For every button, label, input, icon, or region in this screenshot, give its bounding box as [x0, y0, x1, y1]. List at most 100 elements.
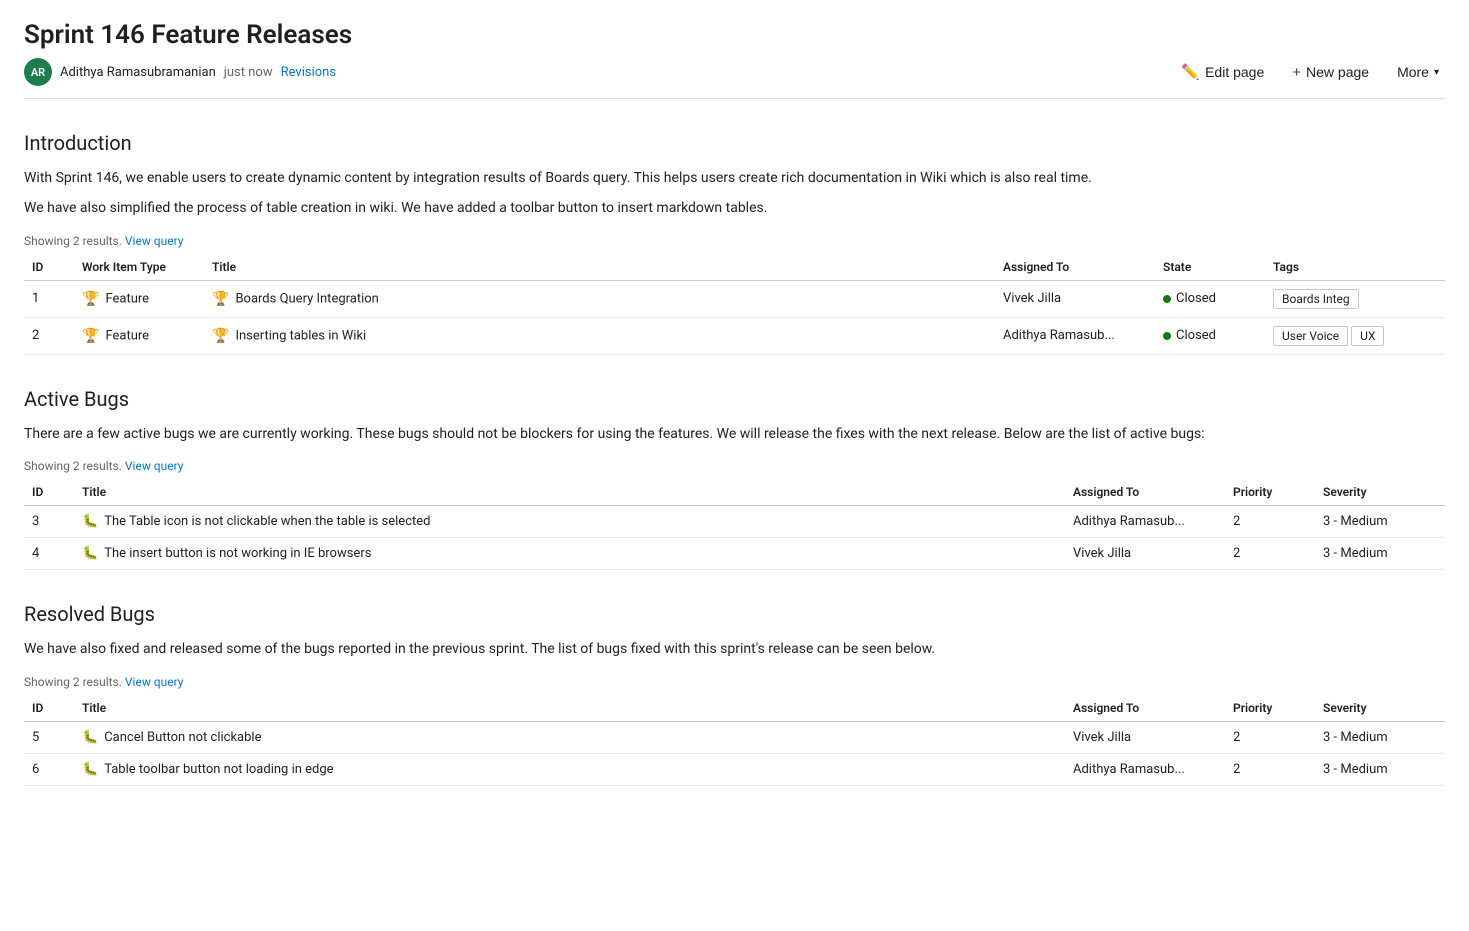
cell-severity: 3 - Medium [1315, 721, 1445, 753]
toolbar-right: ✏️ Edit page + New page More ▾ [1175, 59, 1445, 85]
cell-id: 5 [24, 721, 74, 753]
new-page-button[interactable]: + New page [1286, 60, 1375, 85]
revisions-link[interactable]: Revisions [281, 65, 336, 80]
col-header-assigned: Assigned To [1065, 479, 1225, 506]
active-bugs-table: ID Title Assigned To Priority Severity 3… [24, 479, 1445, 570]
intro-view-query-link[interactable]: View query [125, 234, 184, 248]
table-row: 1 🏆Feature 🏆Boards Query Integration Viv… [24, 280, 1445, 317]
meta-bar: AR Adithya Ramasubramanian just now Revi… [24, 58, 1445, 99]
introduction-section: Introduction With Sprint 146, we enable … [24, 131, 1445, 355]
intro-table-header: ID Work Item Type Title Assigned To Stat… [24, 254, 1445, 281]
col-header-title: Title [204, 254, 995, 281]
cell-priority: 2 [1225, 506, 1315, 538]
cell-assigned: Adithya Ramasub... [995, 317, 1155, 354]
cell-assigned: Vivek Jilla [995, 280, 1155, 317]
resolved-bugs-header: ID Title Assigned To Priority Severity [24, 695, 1445, 722]
cell-priority: 2 [1225, 538, 1315, 570]
col-header-priority: Priority [1225, 479, 1315, 506]
cell-id: 4 [24, 538, 74, 570]
col-header-priority: Priority [1225, 695, 1315, 722]
cell-tags: Boards Integ [1265, 280, 1445, 317]
avatar: AR [24, 58, 52, 86]
feature-icon: 🏆 [212, 291, 229, 307]
cell-id: 2 [24, 317, 74, 354]
feature-icon: 🏆 [82, 328, 99, 344]
state-dot [1163, 332, 1171, 340]
col-header-type: Work Item Type [74, 254, 204, 281]
tag-badge: User Voice [1273, 326, 1348, 346]
cell-assigned: Vivek Jilla [1065, 721, 1225, 753]
cell-severity: 3 - Medium [1315, 506, 1445, 538]
author-name: Adithya Ramasubramanian [60, 65, 216, 80]
col-header-state: State [1155, 254, 1265, 281]
cell-severity: 3 - Medium [1315, 538, 1445, 570]
resolved-bugs-table: ID Title Assigned To Priority Severity 5… [24, 695, 1445, 786]
cell-priority: 2 [1225, 721, 1315, 753]
intro-para-2: We have also simplified the process of t… [24, 197, 1445, 219]
cell-type: 🏆Feature [74, 317, 204, 354]
cell-title: 🐛The Table icon is not clickable when th… [74, 506, 1065, 538]
active-bugs-heading: Active Bugs [24, 387, 1445, 411]
bug-icon: 🐛 [82, 730, 98, 745]
col-header-severity: Severity [1315, 695, 1445, 722]
state-dot [1163, 295, 1171, 303]
active-bugs-view-query-link[interactable]: View query [125, 459, 184, 473]
page-header: Sprint 146 Feature Releases AR Adithya R… [0, 0, 1469, 99]
introduction-heading: Introduction [24, 131, 1445, 155]
col-header-assigned: Assigned To [995, 254, 1155, 281]
resolved-bugs-heading: Resolved Bugs [24, 602, 1445, 626]
resolved-bugs-para: We have also fixed and released some of … [24, 638, 1445, 660]
cell-id: 3 [24, 506, 74, 538]
bug-icon: 🐛 [82, 546, 98, 561]
bug-icon: 🐛 [82, 514, 98, 529]
page-content: Introduction With Sprint 146, we enable … [0, 99, 1469, 858]
cell-state: Closed [1155, 280, 1265, 317]
active-bugs-section: Active Bugs There are a few active bugs … [24, 387, 1445, 571]
cell-title: 🏆Inserting tables in Wiki [204, 317, 995, 354]
col-header-id: ID [24, 479, 74, 506]
more-button[interactable]: More ▾ [1391, 60, 1445, 84]
cell-priority: 2 [1225, 753, 1315, 785]
resolved-bugs-view-query-link[interactable]: View query [125, 675, 184, 689]
intro-showing-results: Showing 2 results. View query [24, 234, 1445, 248]
edit-time: just now [224, 65, 273, 80]
active-bugs-showing: Showing 2 results. View query [24, 459, 1445, 473]
col-header-title: Title [74, 479, 1065, 506]
col-header-assigned: Assigned To [1065, 695, 1225, 722]
resolved-bugs-section: Resolved Bugs We have also fixed and rel… [24, 602, 1445, 786]
page-title: Sprint 146 Feature Releases [24, 20, 1445, 50]
feature-icon: 🏆 [82, 291, 99, 307]
bug-icon: 🐛 [82, 762, 98, 777]
intro-para-1: With Sprint 146, we enable users to crea… [24, 167, 1445, 189]
cell-tags: User VoiceUX [1265, 317, 1445, 354]
table-row: 5 🐛Cancel Button not clickable Vivek Jil… [24, 721, 1445, 753]
cell-title: 🐛The insert button is not working in IE … [74, 538, 1065, 570]
cell-assigned: Adithya Ramasub... [1065, 506, 1225, 538]
edit-icon: ✏️ [1181, 63, 1200, 81]
col-header-title: Title [74, 695, 1065, 722]
table-row: 2 🏆Feature 🏆Inserting tables in Wiki Adi… [24, 317, 1445, 354]
cell-assigned: Vivek Jilla [1065, 538, 1225, 570]
feature-icon: 🏆 [212, 328, 229, 344]
col-header-id: ID [24, 254, 74, 281]
cell-assigned: Adithya Ramasub... [1065, 753, 1225, 785]
table-row: 6 🐛Table toolbar button not loading in e… [24, 753, 1445, 785]
intro-query-table: ID Work Item Type Title Assigned To Stat… [24, 254, 1445, 355]
cell-id: 1 [24, 280, 74, 317]
cell-title: 🐛Cancel Button not clickable [74, 721, 1065, 753]
cell-title: 🐛Table toolbar button not loading in edg… [74, 753, 1065, 785]
edit-page-button[interactable]: ✏️ Edit page [1175, 59, 1270, 85]
tag-badge: Boards Integ [1273, 289, 1359, 309]
col-header-severity: Severity [1315, 479, 1445, 506]
cell-state: Closed [1155, 317, 1265, 354]
resolved-bugs-showing: Showing 2 results. View query [24, 675, 1445, 689]
active-bugs-header: ID Title Assigned To Priority Severity [24, 479, 1445, 506]
chevron-down-icon: ▾ [1434, 67, 1439, 78]
cell-id: 6 [24, 753, 74, 785]
table-row: 4 🐛The insert button is not working in I… [24, 538, 1445, 570]
cell-type: 🏆Feature [74, 280, 204, 317]
col-header-id: ID [24, 695, 74, 722]
tag-badge: UX [1351, 326, 1384, 346]
col-header-tags: Tags [1265, 254, 1445, 281]
plus-icon: + [1292, 64, 1301, 81]
